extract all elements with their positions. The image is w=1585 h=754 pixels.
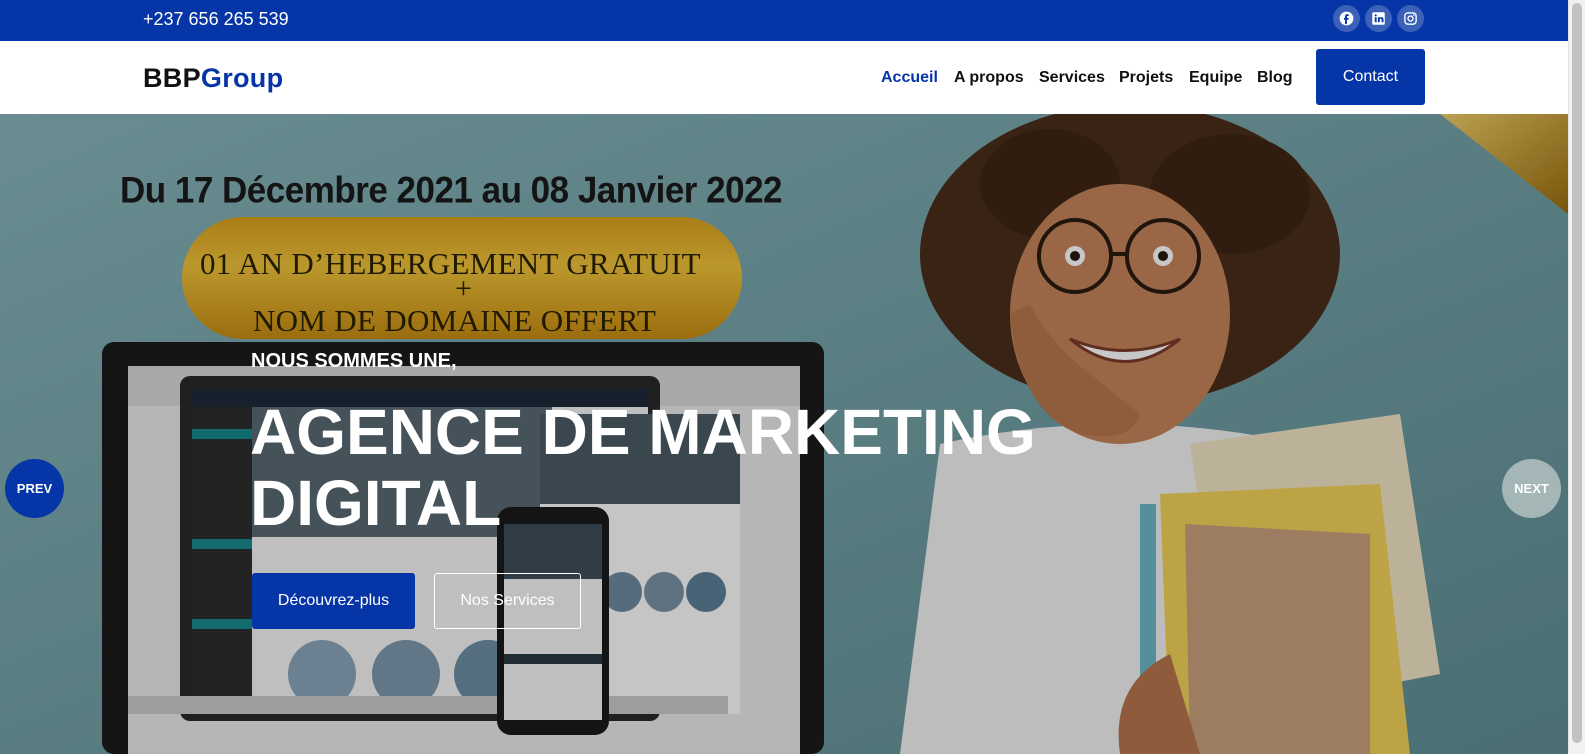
nav-services[interactable]: Services: [1039, 69, 1105, 87]
slider-prev-button[interactable]: PREV: [5, 459, 64, 518]
instagram-icon: [1404, 12, 1417, 25]
brand-logo-part1: BBP: [143, 63, 201, 93]
nav-a-propos[interactable]: A propos: [954, 69, 1024, 87]
discover-more-button[interactable]: Découvrez-plus: [252, 573, 415, 629]
brand-logo[interactable]: BBPGroup: [143, 63, 283, 94]
scrollbar-thumb[interactable]: [1572, 3, 1582, 743]
main-navbar: BBPGroup Accueil A propos Services Proje…: [0, 41, 1568, 114]
brand-logo-part2: Group: [200, 63, 284, 93]
phone-number[interactable]: +237 656 265 539: [143, 9, 289, 30]
slider-next-button[interactable]: NEXT: [1502, 459, 1561, 518]
facebook-icon: [1339, 11, 1354, 26]
contact-button[interactable]: Contact: [1316, 49, 1425, 105]
our-services-button[interactable]: Nos Services: [434, 573, 581, 629]
facebook-link[interactable]: [1333, 5, 1360, 32]
instagram-link[interactable]: [1397, 5, 1424, 32]
page-scrollbar[interactable]: [1568, 0, 1585, 754]
top-bar: +237 656 265 539: [0, 0, 1568, 41]
nav-projets[interactable]: Projets: [1119, 69, 1173, 87]
linkedin-icon: [1372, 12, 1385, 25]
hero-slider: Du 17 Décembre 2021 au 08 Janvier 2022 0…: [0, 114, 1568, 754]
nav-blog[interactable]: Blog: [1257, 69, 1293, 87]
nav-equipe[interactable]: Equipe: [1189, 69, 1242, 87]
hero-kicker: NOUS SOMMES UNE,: [251, 350, 457, 372]
linkedin-link[interactable]: [1365, 5, 1392, 32]
nav-accueil[interactable]: Accueil: [881, 69, 938, 87]
hero-headline: AGENCE DE MARKETING DIGITAL: [250, 396, 1036, 539]
